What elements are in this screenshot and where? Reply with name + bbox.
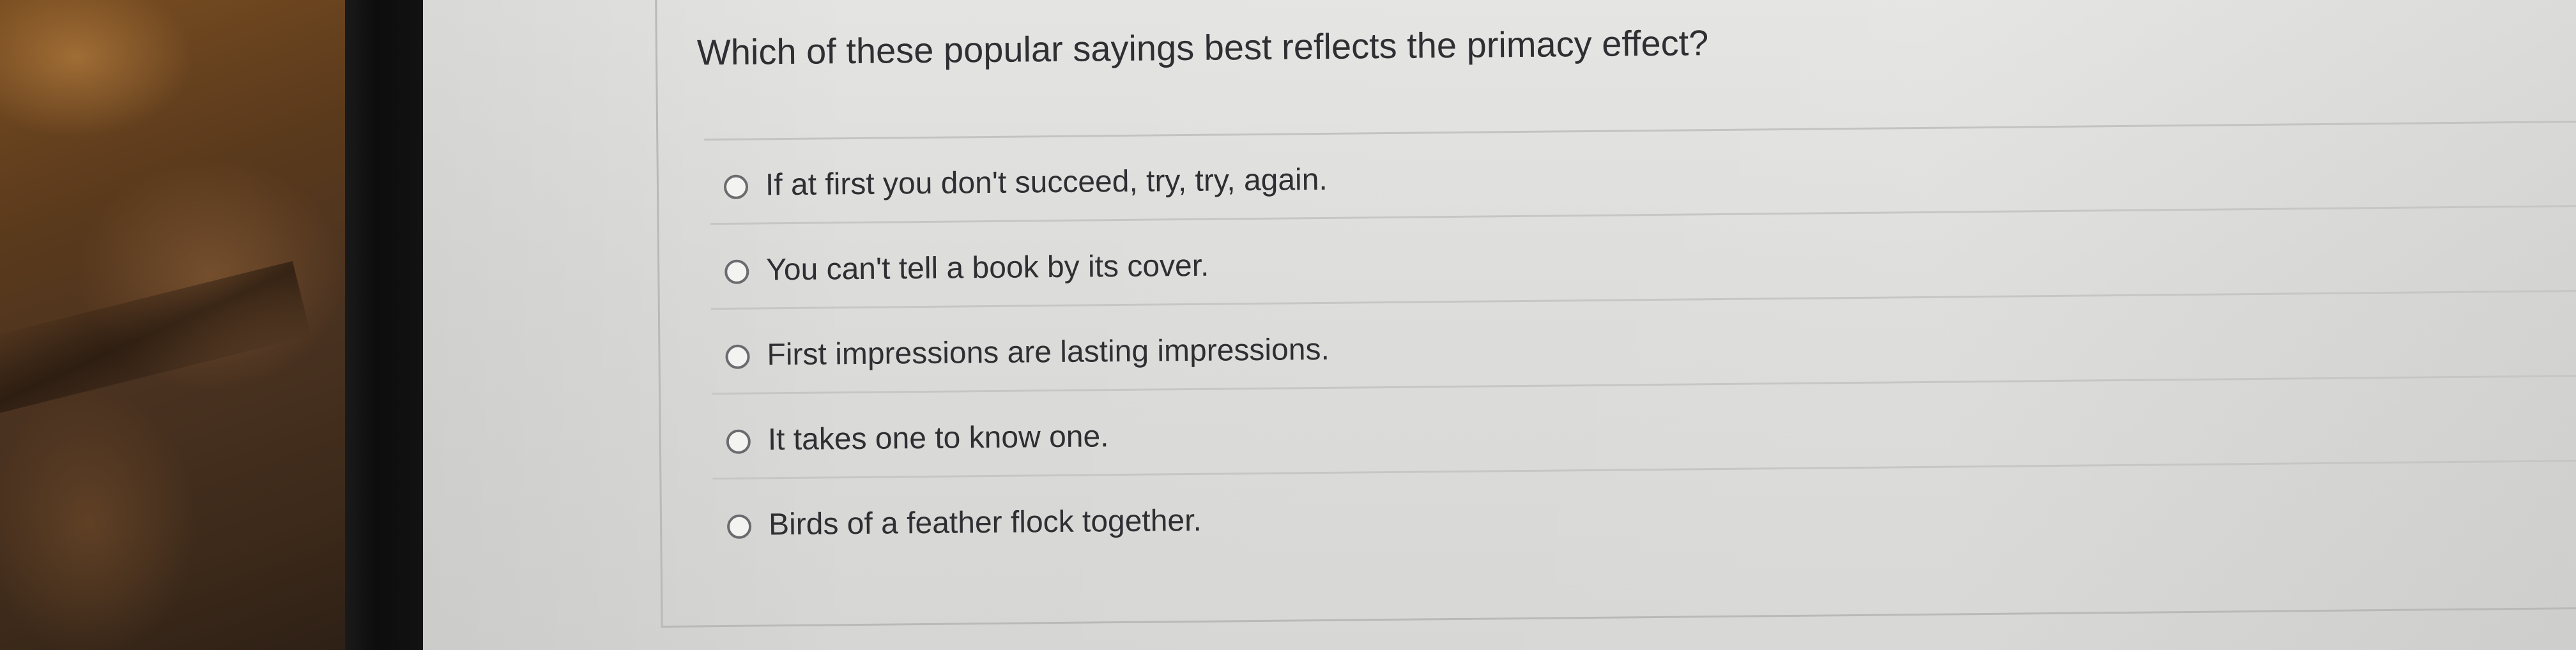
answer-option-label[interactable]: Birds of a feather flock together. [769,503,1202,543]
radio-button[interactable] [726,429,751,454]
question-card: Which of these popular sayings best refl… [655,0,2576,628]
radio-button[interactable] [725,344,750,369]
radio-button[interactable] [726,514,752,539]
answer-option-label[interactable]: If at first you don't succeed, try, try,… [765,162,1328,202]
answer-option-label[interactable]: It takes one to know one. [768,419,1109,457]
answer-option-label[interactable]: You can't tell a book by its cover. [766,248,1209,288]
radio-button[interactable] [723,174,749,199]
radio-button[interactable] [724,259,749,284]
monitor-bezel [345,0,423,650]
answer-option-label[interactable]: First impressions are lasting impression… [767,332,1330,372]
fabric-fold [0,261,311,416]
answer-options: If at first you don't succeed, try, try,… [658,122,2576,541]
photo-frame: Which of these popular sayings best refl… [0,0,2576,650]
question-prompt: Which of these popular sayings best refl… [696,22,1709,73]
background-surface [0,0,358,650]
answer-option-5[interactable]: Birds of a feather flock together. [712,462,2576,563]
